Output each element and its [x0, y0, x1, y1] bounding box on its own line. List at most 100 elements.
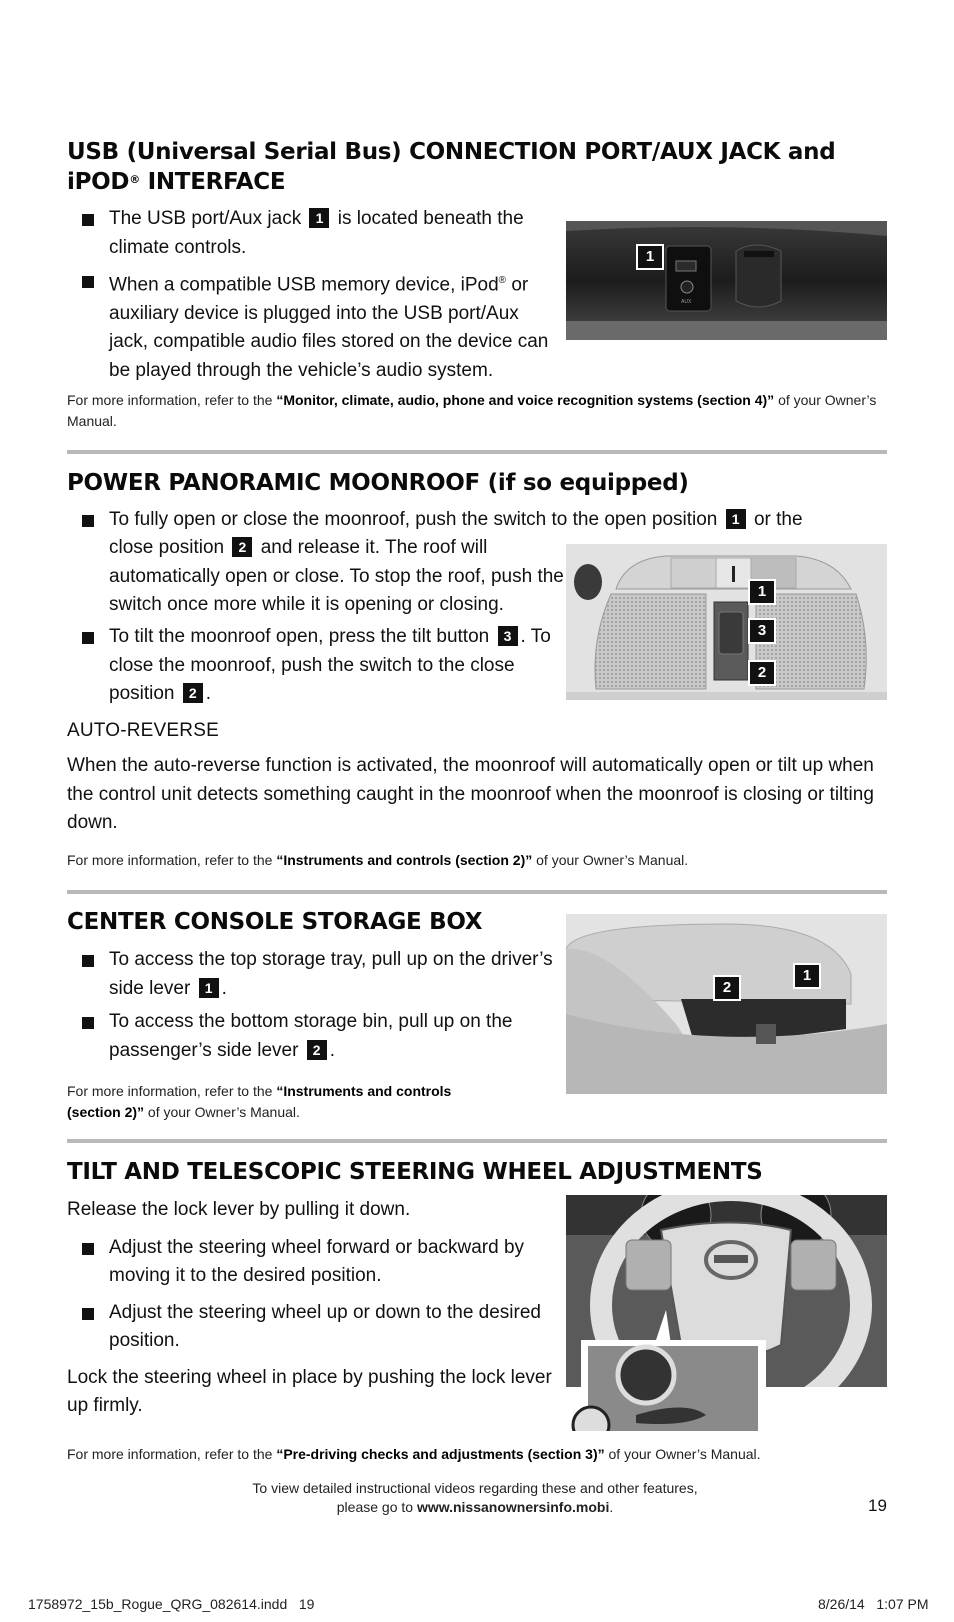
moonroof-bullet-2: To tilt the moonroof open, press the til…: [67, 623, 562, 709]
bullet-text: Adjust the steering wheel up or down to …: [109, 1301, 541, 1352]
steering-intro: Release the lock lever by pulling it dow…: [67, 1199, 411, 1220]
manual-section-reference: “Pre-driving checks and adjustments (sec…: [276, 1446, 605, 1462]
section-divider: [67, 1139, 887, 1143]
usb-aux-port-photo: AUX 1: [566, 221, 887, 340]
manual-section-reference: “Instruments and controls (section 2)”: [276, 852, 533, 868]
auto-reverse-paragraph: When the auto-reverse function is activa…: [67, 755, 874, 833]
usb-section-title: USB (Universal Serial Bus) CONNECTION PO…: [67, 137, 907, 197]
console-section: CENTER CONSOLE STORAGE BOX: [67, 907, 547, 937]
usb-section: USB (Universal Serial Bus) CONNECTION PO…: [67, 137, 907, 197]
page-number: 19: [868, 1496, 887, 1515]
registered-mark: ®: [498, 275, 507, 286]
photo-callout-1: 1: [636, 244, 664, 270]
owners-info-link[interactable]: www.nissanownersinfo.mobi: [417, 1499, 609, 1515]
moonroof-section-title: POWER PANORAMIC MOONROOF (if so equipped…: [67, 470, 689, 496]
bullet-square-icon: [82, 214, 94, 226]
bullet-text: Adjust the steering wheel forward or bac…: [109, 1236, 525, 1287]
svg-text:AUX: AUX: [681, 299, 692, 305]
steering-wheel-photo: [566, 1195, 887, 1431]
photo-callout-2: 2: [713, 975, 741, 1001]
bullet-square-icon: [82, 515, 94, 527]
bullet-text: To tilt the moonroof open, press the til…: [109, 626, 490, 647]
photo-callout-1: 1: [793, 963, 821, 989]
registered-mark: ®: [129, 173, 140, 186]
steering-reference-note: For more information, refer to the “Pre-…: [67, 1444, 897, 1465]
usb-title-ipod: iPOD: [67, 169, 130, 195]
bullet-text: .: [520, 626, 526, 647]
callout-badge: 2: [182, 683, 203, 703]
usb-reference-note: For more information, refer to the “Moni…: [67, 390, 897, 432]
bullet-square-icon: [82, 1017, 94, 1029]
moonroof-reference-note: For more information, refer to the “Inst…: [67, 850, 897, 871]
callout-badge: 1: [725, 509, 746, 529]
moonroof-section: POWER PANORAMIC MOONROOF (if so equipped…: [67, 468, 907, 498]
section-divider: [67, 450, 887, 454]
steering-body: Release the lock lever by pulling it dow…: [67, 1196, 562, 1421]
note-text: of your Owner’s Manual.: [144, 1104, 300, 1120]
bullet-square-icon: [82, 955, 94, 967]
list-item: The USB port/Aux jack 1 is located benea…: [67, 205, 562, 262]
bullet-text: To fully open or close the moonroof, pus…: [109, 509, 718, 530]
note-text: For more information, refer to the: [67, 1446, 277, 1462]
section-divider: [67, 890, 887, 894]
steering-outro: Lock the steering wheel in place by push…: [67, 1366, 552, 1417]
moonroof-bullet-1: To fully open or close the moonroof, pus…: [67, 506, 867, 535]
callout-badge: 1: [198, 977, 219, 998]
console-bullet-list: To access the top storage tray, pull up …: [67, 946, 557, 1065]
note-text: For more information, refer to the: [67, 852, 277, 868]
page-footer: To view detailed instructional videos re…: [200, 1479, 750, 1517]
moonroof-console-photo: 1 3 2: [566, 544, 887, 700]
callout-badge: 3: [497, 626, 518, 646]
bullet-text: When a compatible USB memory device, iPo…: [109, 274, 499, 296]
print-slug-timestamp: 8/26/14 1:07 PM: [818, 1596, 929, 1612]
console-reference-note: For more information, refer to the “Inst…: [67, 1081, 507, 1123]
list-item: To tilt the moonroof open, press the til…: [67, 623, 562, 709]
note-text: of your Owner’s Manual.: [532, 852, 689, 868]
list-item: When a compatible USB memory device, iPo…: [67, 267, 562, 385]
bullet-square-icon: [82, 1307, 94, 1320]
bullet-text: To access the top storage tray, pull up …: [109, 949, 553, 999]
footer-line-1: To view detailed instructional videos re…: [252, 1480, 698, 1496]
list-item: To access the top storage tray, pull up …: [67, 946, 557, 1003]
list-item: To fully open or close the moonroof, pus…: [67, 506, 867, 535]
list-item: To access the bottom storage bin, pull u…: [67, 1008, 557, 1065]
console-storage-illustration: [566, 914, 887, 1094]
bullet-text: .: [221, 977, 227, 999]
bullet-square-icon: [82, 632, 94, 644]
bullet-square-icon: [82, 1242, 94, 1255]
callout-badge: 2: [306, 1039, 327, 1060]
steering-wheel-illustration: [566, 1195, 887, 1431]
moonroof-bullet-1-cont: close position 2 and release it. The roo…: [109, 534, 569, 620]
usb-title-interface: INTERFACE: [139, 169, 286, 195]
console-section-title: CENTER CONSOLE STORAGE BOX: [67, 909, 483, 935]
note-text: For more information, refer to the: [67, 392, 277, 408]
moonroof-console-illustration: [566, 544, 887, 700]
bullet-square-icon: [82, 276, 94, 288]
usb-aux-port-illustration: AUX: [566, 221, 887, 340]
note-text: For more information, refer to the: [67, 1083, 277, 1099]
footer-text: .: [609, 1499, 614, 1515]
usb-title-line1: USB (Universal Serial Bus) CONNECTION PO…: [67, 139, 836, 165]
footer-text: please go to: [336, 1499, 417, 1515]
usb-bullet-list: The USB port/Aux jack 1 is located benea…: [67, 205, 562, 385]
callout-badge: 2: [232, 537, 253, 557]
photo-callout-3: 3: [748, 618, 776, 644]
list-item: Adjust the steering wheel up or down to …: [67, 1299, 562, 1356]
bullet-text: The USB port/Aux jack: [109, 208, 302, 229]
photo-callout-2: 2: [748, 660, 776, 686]
bullet-text: .: [329, 1039, 335, 1061]
steering-section-title: TILT AND TELESCOPIC STEERING WHEEL ADJUS…: [67, 1159, 763, 1185]
steering-section: TILT AND TELESCOPIC STEERING WHEEL ADJUS…: [67, 1157, 907, 1187]
list-item: Adjust the steering wheel forward or bac…: [67, 1234, 562, 1291]
console-storage-photo: 2 1: [566, 914, 887, 1094]
bullet-text: or the: [753, 509, 803, 530]
note-text: of your Owner’s Manual.: [604, 1446, 761, 1462]
print-slug-filename: 1758972_15b_Rogue_QRG_082614.indd 19: [28, 1596, 315, 1612]
manual-section-reference: “Monitor, climate, audio, phone and voic…: [276, 392, 775, 408]
auto-reverse-subheading: AUTO-REVERSE: [67, 720, 219, 741]
bullet-text: close position: [109, 537, 225, 558]
footer-line-2: please go to www.nissanownersinfo.mobi.: [200, 1498, 750, 1517]
photo-callout-1: 1: [748, 579, 776, 605]
bullet-text: .: [205, 683, 212, 704]
callout-badge: 1: [309, 208, 330, 228]
